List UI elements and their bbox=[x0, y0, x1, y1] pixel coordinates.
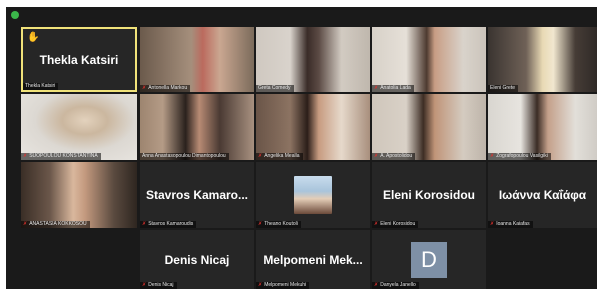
participant-label: ✗ Zografopoulou Vasilgiki bbox=[488, 153, 551, 160]
video-feed bbox=[21, 94, 137, 160]
participant-tile[interactable]: ✗ Theano Koutoli bbox=[256, 162, 370, 228]
participant-label: Greta Comedy bbox=[256, 85, 294, 92]
initial-avatar: D bbox=[411, 241, 447, 278]
raised-hand-icon: ✋ bbox=[27, 32, 40, 43]
video-feed bbox=[372, 27, 486, 92]
participant-tile[interactable]: ✗ A. Apostolidou bbox=[372, 94, 486, 160]
participant-tile[interactable]: ✗ SUOPOULOU KONSTANTINA bbox=[21, 94, 137, 160]
participant-tile[interactable]: Greta Comedy bbox=[256, 27, 370, 92]
muted-mic-icon: ✗ bbox=[374, 153, 379, 159]
participant-tile[interactable]: Eleni Korosidou ✗ Eleni Korosidou bbox=[372, 162, 486, 228]
video-feed bbox=[21, 162, 137, 228]
muted-mic-icon: ✗ bbox=[258, 153, 263, 159]
muted-mic-icon: ✗ bbox=[258, 282, 263, 288]
muted-mic-icon: ✗ bbox=[23, 153, 28, 159]
participant-label: ✗ Angelika Mealla bbox=[256, 153, 303, 160]
participant-name: Stavros Kamaro... bbox=[145, 188, 249, 202]
video-feed bbox=[488, 27, 597, 92]
participant-label: ✗ Stavros Kamaroudis bbox=[140, 221, 197, 228]
profile-avatar bbox=[294, 176, 332, 214]
video-feed bbox=[256, 94, 370, 160]
video-feed bbox=[372, 94, 486, 160]
video-feed bbox=[140, 94, 254, 160]
participant-label: ✗ ANASTASIA KOKKOSOU bbox=[21, 221, 90, 228]
participant-tile[interactable]: ✋ Thekla Katsiri Thekla Katsiri bbox=[21, 27, 137, 92]
participant-name: Ιωάννα Καΐάφα bbox=[498, 188, 587, 202]
participant-label: Thekla Katsiri bbox=[23, 83, 59, 90]
participant-name: Thekla Katsiri bbox=[39, 52, 119, 67]
participant-tile[interactable]: ✗ Zografopoulou Vasilgiki bbox=[488, 94, 597, 160]
muted-mic-icon: ✗ bbox=[258, 221, 263, 227]
security-shield-icon[interactable] bbox=[11, 11, 19, 19]
top-bar bbox=[6, 7, 597, 27]
muted-mic-icon: ✗ bbox=[142, 282, 147, 288]
participant-label: ✗ Danyela Janello bbox=[372, 282, 419, 289]
participant-tile[interactable]: ✗ Angelika Mealla bbox=[256, 94, 370, 160]
participant-label: ✗ Eleni Korosidou bbox=[372, 221, 419, 228]
participant-label: Anna Anastasopoulou Dimantopoulou bbox=[140, 153, 229, 160]
participant-label: ✗ A. Apostolidou bbox=[372, 153, 416, 160]
participant-tile[interactable]: ✗ Antonella Markou bbox=[140, 27, 254, 92]
participant-tile[interactable]: Eleni Grete bbox=[488, 27, 597, 92]
muted-mic-icon: ✗ bbox=[374, 85, 379, 91]
participant-label: ✗ Melpomeni Mekuhi bbox=[256, 282, 310, 289]
participant-tile[interactable]: Stavros Kamaro... ✗ Stavros Kamaroudis bbox=[140, 162, 254, 228]
participant-label: Eleni Grete bbox=[488, 85, 519, 92]
participant-label: ✗ Ioanna Kaiafas bbox=[488, 221, 533, 228]
participant-label: ✗ Denis Nicaj bbox=[140, 282, 177, 289]
participant-label: ✗ Anatolia Lada bbox=[372, 85, 414, 92]
participant-name: Denis Nicaj bbox=[164, 252, 230, 267]
participant-name: Melpomeni Mek... bbox=[263, 252, 363, 267]
participant-tile[interactable]: Ιωάννα Καΐάφα ✗ Ioanna Kaiafas bbox=[488, 162, 597, 228]
video-feed bbox=[256, 27, 370, 92]
participant-tile[interactable]: D ✗ Danyela Janello bbox=[372, 230, 486, 289]
video-feed bbox=[140, 27, 254, 92]
muted-mic-icon: ✗ bbox=[490, 221, 495, 227]
participant-tile[interactable]: Melpomeni Mek... ✗ Melpomeni Mekuhi bbox=[256, 230, 370, 289]
participant-tile[interactable]: ✗ ANASTASIA KOKKOSOU bbox=[21, 162, 137, 228]
muted-mic-icon: ✗ bbox=[142, 221, 147, 227]
participant-label: ✗ Antonella Markou bbox=[140, 85, 191, 92]
participant-label: ✗ Theano Koutoli bbox=[256, 221, 301, 228]
participant-label: ✗ SUOPOULOU KONSTANTINA bbox=[21, 153, 101, 160]
muted-mic-icon: ✗ bbox=[374, 221, 379, 227]
meeting-window: ✋ Thekla Katsiri Thekla Katsiri ✗ Antonel… bbox=[6, 7, 597, 289]
muted-mic-icon: ✗ bbox=[23, 221, 28, 227]
participant-tile[interactable]: ✗ Anatolia Lada bbox=[372, 27, 486, 92]
muted-mic-icon: ✗ bbox=[374, 282, 379, 288]
muted-mic-icon: ✗ bbox=[490, 153, 495, 159]
video-feed bbox=[488, 94, 597, 160]
muted-mic-icon: ✗ bbox=[142, 85, 147, 91]
participant-tile[interactable]: Denis Nicaj ✗ Denis Nicaj bbox=[140, 230, 254, 289]
participant-tile[interactable]: Anna Anastasopoulou Dimantopoulou bbox=[140, 94, 254, 160]
participant-name: Eleni Korosidou bbox=[382, 188, 475, 202]
